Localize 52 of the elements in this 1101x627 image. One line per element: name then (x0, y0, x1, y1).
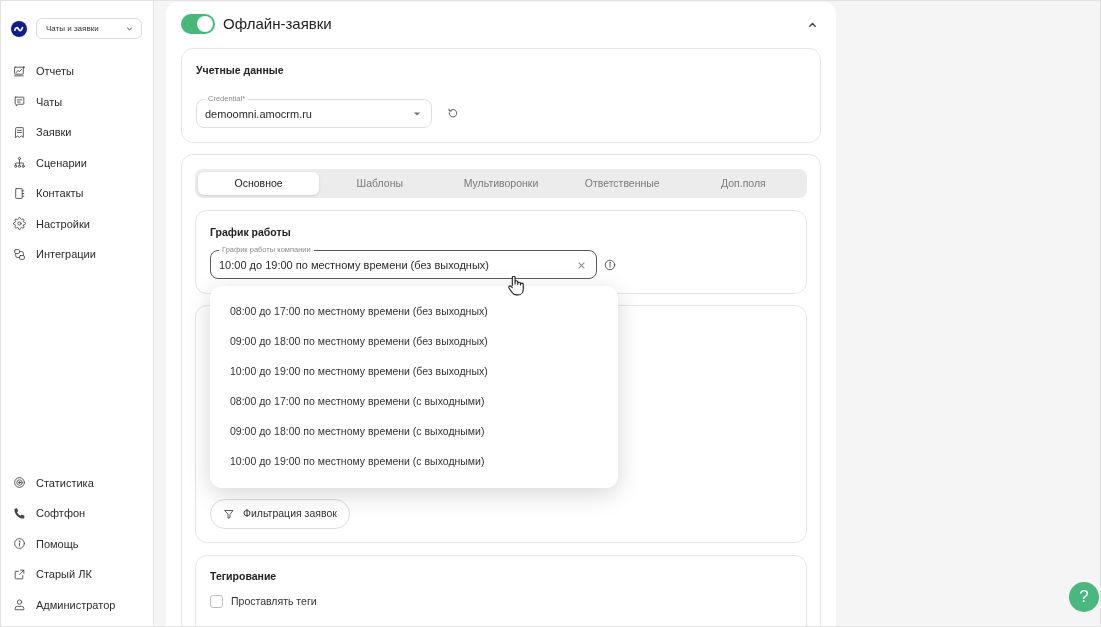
workspace-select[interactable]: Чаты и заявки (36, 18, 142, 39)
nav-link[interactable]: Помощь (1, 528, 153, 559)
form-icon (13, 125, 26, 139)
dropdown-option[interactable]: 08:00 до 17:00 по местному времени (без выходных) (210, 297, 618, 327)
field-value: 10:00 до 19:00 по местному времени (без выходных) (219, 257, 489, 273)
gear-icon (13, 217, 26, 231)
funnel-icon (223, 508, 235, 520)
phone-icon (13, 506, 26, 520)
tab[interactable]: Основное (198, 172, 320, 195)
toggle-switch[interactable] (181, 14, 215, 34)
checkbox-label: Проставлять теги (231, 594, 317, 609)
chart-icon (13, 64, 26, 78)
dropdown-option[interactable]: 08:00 до 17:00 по местному времени (с выходными) (210, 387, 618, 417)
integration-icon (13, 247, 26, 261)
card-title: Учетные данные (196, 64, 285, 76)
dropdown-option[interactable]: 10:00 до 19:00 по местному времени (без выходных) (210, 357, 618, 387)
nav-link[interactable]: Старый ЛК (1, 559, 153, 590)
logo-icon[interactable] (11, 20, 27, 37)
card-title: Тегирование (210, 570, 278, 582)
caret-down-icon (413, 110, 421, 118)
user-icon (13, 598, 26, 612)
info-icon (13, 537, 26, 551)
tab[interactable]: Ответственные (561, 172, 683, 195)
nav-link[interactable]: Администратор (1, 589, 153, 620)
nav-link[interactable]: Настройки (1, 208, 153, 239)
nav-link[interactable]: Заявки (1, 117, 153, 148)
nav-link[interactable]: Отчеты (1, 56, 153, 87)
flowchart-icon (13, 156, 26, 170)
nav-link[interactable]: Сценарии (1, 147, 153, 178)
checkbox[interactable] (210, 595, 223, 609)
nav-link[interactable]: Контакты (1, 178, 153, 209)
info-icon[interactable] (604, 258, 616, 271)
card-title: График работы (210, 226, 292, 238)
chevron-down-icon (126, 25, 133, 32)
reload-icon[interactable] (447, 107, 459, 120)
tab[interactable]: Шаблоны (319, 172, 441, 195)
contact-book-icon (13, 186, 26, 200)
clear-icon[interactable] (577, 260, 586, 270)
nav-link[interactable]: Чаты (1, 86, 153, 117)
target-icon (13, 476, 26, 490)
nav-link[interactable]: Софтфон (1, 498, 153, 529)
nav-link[interactable]: Статистика (1, 467, 153, 498)
nav-link[interactable]: Интеграции (1, 239, 153, 270)
tab[interactable]: Доп.поля (682, 172, 804, 195)
tab[interactable]: Мультиворонки (440, 172, 562, 195)
dropdown-option[interactable]: 10:00 до 19:00 по местному времени (с выходными) (210, 447, 618, 477)
chat-icon (13, 95, 26, 109)
dropdown-option[interactable]: 09:00 до 18:00 по местному времени (с выходными) (210, 417, 618, 447)
external-link-icon (13, 567, 26, 581)
dropdown-option[interactable]: 09:00 до 18:00 по местному времени (без выходных) (210, 327, 618, 357)
field-value: demoomni.amocrm.ru (205, 106, 312, 122)
section-title: Офлайн-заявки (223, 13, 332, 34)
